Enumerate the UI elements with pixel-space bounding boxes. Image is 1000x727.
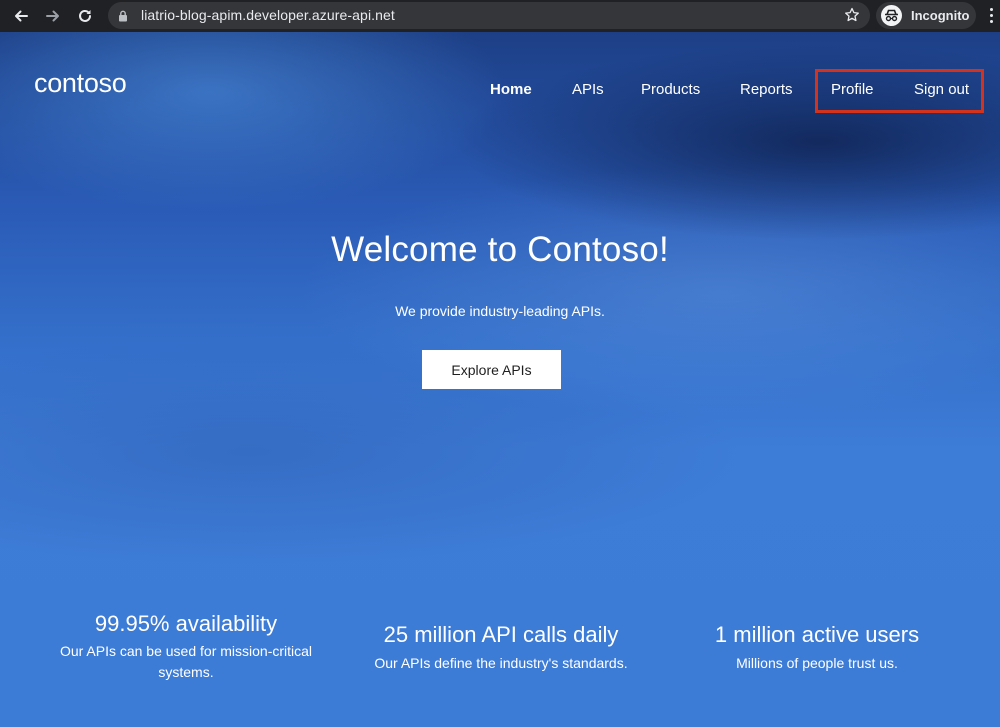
incognito-icon bbox=[881, 5, 902, 26]
reload-icon[interactable] bbox=[74, 5, 96, 27]
incognito-label: Incognito bbox=[911, 8, 970, 23]
nav-apis[interactable]: APIs bbox=[572, 81, 604, 98]
stat-description: Millions of people trust us. bbox=[736, 655, 898, 671]
hero-subtitle: We provide industry-leading APIs. bbox=[395, 303, 605, 319]
lock-icon bbox=[118, 9, 128, 27]
forward-arrow-icon[interactable] bbox=[42, 5, 64, 27]
stat-title: 99.95% availability bbox=[94, 611, 278, 636]
incognito-indicator[interactable]: Incognito bbox=[876, 2, 976, 29]
nav-products[interactable]: Products bbox=[641, 81, 700, 98]
stat-description: Our APIs can be used for mission-critica… bbox=[59, 643, 313, 680]
stat-active-users: 1 million active users Millions of peopl… bbox=[676, 622, 958, 674]
stat-description: Our APIs define the industry's standards… bbox=[374, 655, 628, 671]
stat-title: 1 million active users bbox=[714, 622, 920, 647]
explore-apis-button[interactable]: Explore APIs bbox=[422, 350, 561, 389]
address-bar[interactable]: liatrio-blog-apim.developer.azure-api.ne… bbox=[108, 2, 870, 29]
developer-portal-page: contoso Home APIs Products Reports Profi… bbox=[0, 32, 1000, 727]
stat-availability: 99.95% availability Our APIs can be used… bbox=[45, 611, 327, 683]
nav-reports[interactable]: Reports bbox=[740, 81, 793, 98]
site-logo[interactable]: contoso bbox=[34, 68, 127, 99]
nav-home[interactable]: Home bbox=[490, 81, 532, 98]
back-arrow-icon[interactable] bbox=[10, 5, 32, 27]
browser-menu-icon[interactable] bbox=[990, 8, 994, 26]
browser-toolbar: liatrio-blog-apim.developer.azure-api.ne… bbox=[0, 0, 1000, 32]
stat-api-calls: 25 million API calls daily Our APIs defi… bbox=[360, 622, 642, 674]
hero-title: Welcome to Contoso! bbox=[331, 230, 669, 269]
stat-title: 25 million API calls daily bbox=[383, 622, 619, 647]
annotation-highlight-box bbox=[815, 69, 984, 113]
url-text: liatrio-blog-apim.developer.azure-api.ne… bbox=[141, 7, 395, 23]
bookmark-star-icon[interactable] bbox=[844, 7, 860, 28]
